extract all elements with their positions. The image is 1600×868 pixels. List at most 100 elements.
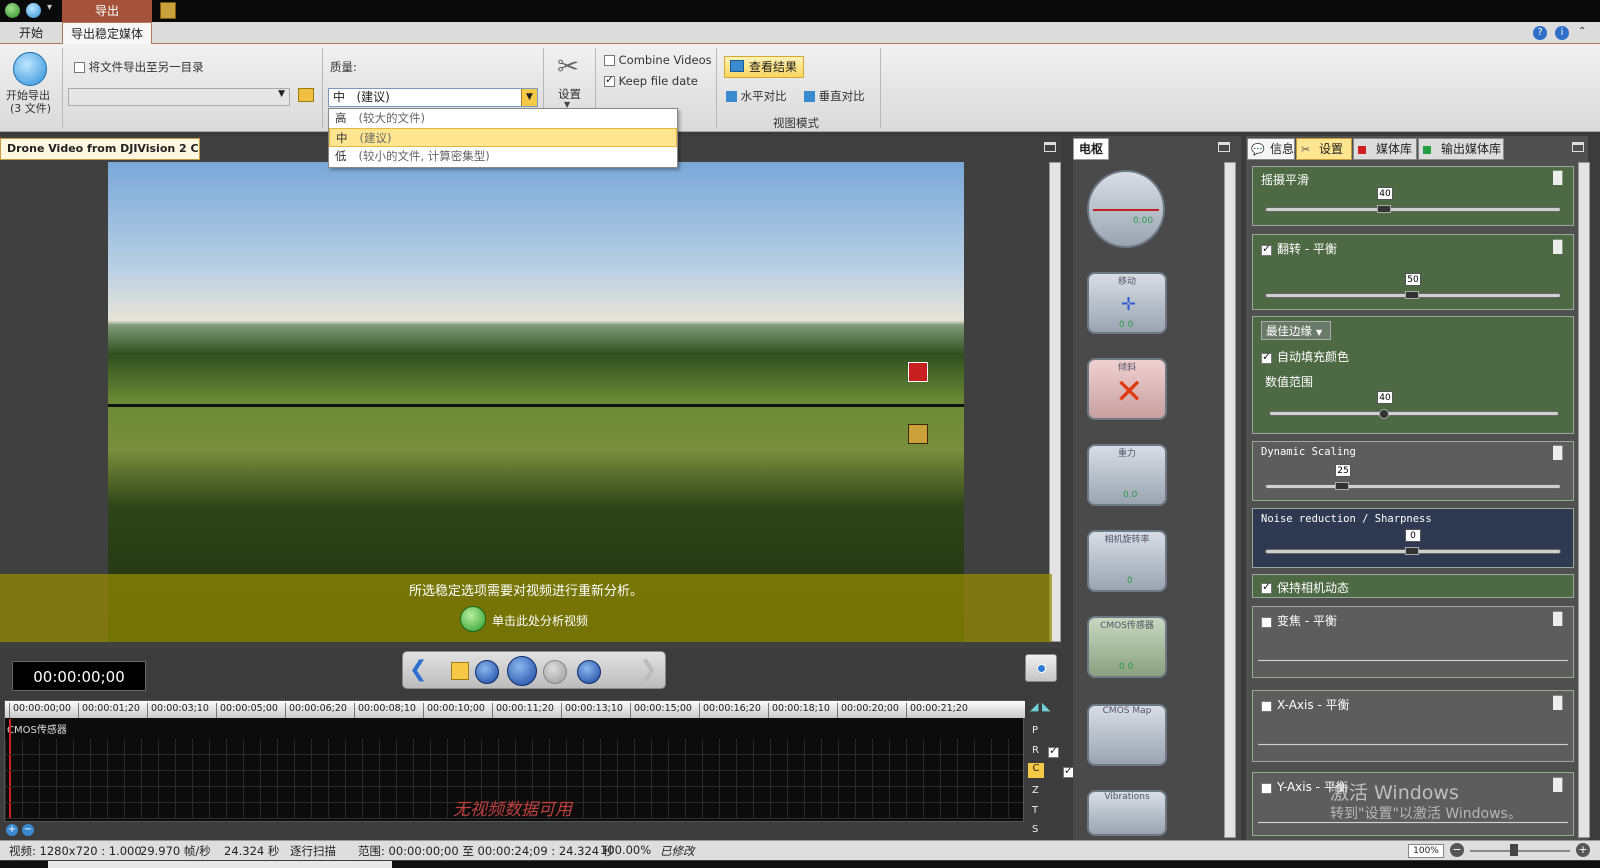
quality-option-low[interactable]: 低 (较小的文件, 计算密集型) [329,147,677,166]
status-zoom-in-icon[interactable]: + [1576,843,1590,857]
tilt-gauge: 倾斜 ✕ [1087,358,1167,420]
noise-reduction-thumb[interactable] [1405,547,1419,555]
auto-fill-checkbox[interactable] [1261,350,1272,364]
vertical-compare-button[interactable]: 垂直对比 [804,88,865,104]
export-path-field[interactable]: ▼ [68,88,290,106]
ribbon-collapse-icon[interactable]: ⌃ [1578,26,1586,37]
quick-access-dropdown-icon[interactable]: ▾ [47,2,52,13]
vertical-compare-label: 垂直对比 [818,89,865,103]
ruler-tick: 00:00:01;20 [78,703,140,718]
export-other-dir-checkbox[interactable] [74,62,85,73]
export-other-dir-option[interactable]: 将文件导出至另一目录 [74,59,204,75]
shake-smooth-group: 摇摄平滑 ▐▌ 40 [1252,166,1574,226]
x-mark-icon: ✕ [1115,372,1144,412]
flip-balance-checkbox[interactable] [1261,242,1272,256]
stabilizer-logo-icon [908,424,928,444]
tab-start[interactable]: 开始 [0,22,62,44]
quality-select[interactable]: 中 (建议) ▼ [328,88,538,107]
next-clip-icon[interactable]: ❯ [639,658,657,682]
info-icon[interactable]: i [1555,26,1569,40]
horizontal-compare-button[interactable]: 水平对比 [726,88,787,104]
start-export-icon[interactable] [13,52,47,86]
loop-icon[interactable] [451,662,469,680]
analyze-icon[interactable] [460,606,486,632]
zoom-slider-thumb[interactable] [1510,844,1518,856]
video-document-tab[interactable]: Drone Video from DJIVision 2 C... [0,138,200,160]
pause-icon[interactable] [543,660,567,684]
skip-forward-icon[interactable] [577,660,601,684]
tab-armature[interactable]: 电枢 [1073,138,1109,160]
ruler-tick: 00:00:03;10 [147,703,209,718]
right-scrollbar[interactable] [1578,162,1590,838]
combine-videos-checkbox[interactable] [604,55,615,66]
ruler-tick: 00:00:06;20 [285,703,347,718]
analyze-video-link[interactable]: 单击此处分析视频 [492,612,588,629]
value-range-thumb[interactable] [1379,409,1389,419]
quality-option-low-main: 低 [335,149,347,163]
graph-bars-icon[interactable]: ▐▌ [1549,612,1567,626]
video-scrollbar[interactable] [1049,162,1061,642]
status-bar: 视频: 1280x720 : 1.000 29.970 帧/秒 24.324 秒… [0,840,1600,860]
previous-clip-icon[interactable]: ❮ [409,658,427,682]
zoom-in-icon[interactable]: + [6,824,18,836]
start-export-label-2[interactable]: (3 文件) [10,100,51,116]
dynamic-scaling-slider[interactable] [1265,484,1561,489]
flip-balance-thumb[interactable] [1405,291,1419,299]
dynamic-scaling-thumb[interactable] [1335,482,1349,490]
view-results-label: 查看结果 [749,60,798,74]
graph-bars-icon[interactable]: ▐▌ [1549,778,1567,792]
graph-bars-icon[interactable]: ▐▌ [1549,696,1567,710]
settings-tools-icon[interactable]: ✂ [553,52,583,82]
quality-option-medium[interactable]: 中 (建议) [329,128,677,147]
status-zoom-out-icon[interactable]: − [1450,843,1464,857]
export-context-tab[interactable]: 导出 [62,0,152,22]
graph-bars-icon[interactable]: ▐▌ [1549,171,1567,185]
app-icon[interactable] [5,3,20,18]
shake-smooth-thumb[interactable] [1377,205,1391,213]
graph-bars-icon[interactable]: ▐▌ [1549,240,1567,254]
x-axis-checkbox[interactable] [1261,701,1272,712]
value-range-label: 数值范围 [1265,375,1314,389]
tab-export-stabilized[interactable]: 导出稳定媒体 [62,22,152,44]
graph-bars-icon[interactable]: ▐▌ [1549,446,1567,460]
keep-file-date-option[interactable]: Keep file date [604,73,698,88]
right-panel-maximize-icon[interactable] [1572,142,1584,152]
skip-back-icon[interactable] [475,660,499,684]
combine-videos-option[interactable]: Combine Videos [604,53,712,67]
y-axis-checkbox[interactable] [1261,783,1272,794]
x-axis-slider[interactable] [1257,743,1569,746]
zoom-balance-slider[interactable] [1257,659,1569,662]
keep-file-date-checkbox[interactable] [604,73,615,87]
center-scrollbar[interactable] [1224,162,1236,838]
zoom-balance-checkbox[interactable] [1261,617,1272,628]
zoom-out-icon[interactable]: − [22,824,34,836]
play-icon[interactable] [507,656,537,686]
best-edge-dropdown[interactable]: 最佳边缘 ▼ [1261,321,1331,340]
folder-icon[interactable] [298,88,314,102]
quality-option-high[interactable]: 高 (较大的文件) [329,109,677,128]
timeline[interactable]: 00:00:00;00 00:00:01;20 00:00:03;10 00:0… [4,700,1025,822]
video-preview[interactable] [108,162,964,642]
zoom-slider[interactable] [1470,850,1570,852]
value-range-slider[interactable] [1269,411,1559,416]
center-panel-maximize-icon[interactable] [1218,142,1230,152]
status-range: 范围: 00:00:00;00 至 00:00:24;09 : 24.324 秒 [358,844,615,858]
view-results-button[interactable]: 查看结果 [724,56,804,78]
track-letter-c[interactable]: C [1028,763,1044,778]
taskbar-app-button[interactable] [48,861,392,868]
track-r-checkbox[interactable] [1048,744,1059,758]
title-bar: ▾ 导出 [0,0,1600,22]
keep-camera-checkbox[interactable] [1261,580,1272,594]
quick-access-icon[interactable] [26,3,41,18]
snapshot-button[interactable] [1025,654,1057,682]
horizon-gauge-value: 0.00 [1133,216,1154,226]
best-edge-group: 最佳边缘 ▼ 自动填充颜色 数值范围 40 [1252,316,1574,434]
help-icon[interactable]: ? [1533,26,1547,40]
path-dropdown-icon[interactable]: ▼ [278,89,285,99]
shake-smooth-slider[interactable] [1265,207,1561,212]
timeline-ruler[interactable]: 00:00:00;00 00:00:01;20 00:00:03;10 00:0… [5,701,1025,718]
zoom-level[interactable]: 100% [1408,844,1444,858]
quality-dropdown-icon[interactable]: ▼ [521,89,537,106]
video-panel-maximize-icon[interactable] [1044,142,1056,152]
track-arrows-icon[interactable]: ◢ ◣ [1030,700,1050,713]
